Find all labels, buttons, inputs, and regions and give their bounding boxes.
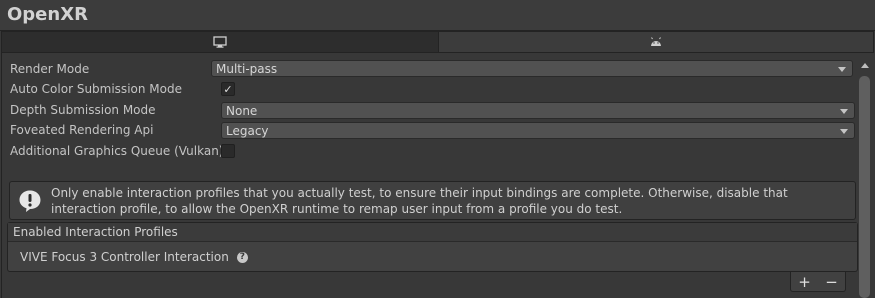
render-mode-label: Render Mode — [10, 62, 90, 76]
additional-queue-label: Additional Graphics Queue (Vulkan) — [10, 144, 224, 158]
checkmark-icon: ✓ — [223, 82, 233, 96]
profile-label: VIVE Focus 3 Controller Interaction — [20, 250, 229, 264]
tab-android[interactable] — [439, 32, 873, 52]
help-text: Only enable interaction profiles that yo… — [51, 186, 788, 216]
foveated-value: Legacy — [226, 123, 269, 138]
render-mode-dropdown[interactable]: Multi-pass — [211, 60, 853, 77]
title-bar: OpenXR — [0, 0, 875, 31]
additional-queue-checkbox[interactable] — [221, 144, 235, 158]
vertical-scrollbar[interactable] — [857, 62, 874, 298]
depth-submission-label: Depth Submission Mode — [10, 103, 156, 117]
foveated-dropdown[interactable]: Legacy — [221, 122, 855, 139]
foveated-label: Foveated Rendering Api — [10, 123, 154, 137]
depth-submission-dropdown[interactable]: None — [221, 102, 855, 119]
android-icon — [651, 37, 661, 46]
render-mode-row: Render Mode — [10, 60, 89, 78]
monitor-icon — [213, 36, 227, 48]
auto-color-row: Auto Color Submission Mode — [10, 80, 182, 98]
add-profile-button[interactable]: + — [798, 273, 811, 291]
depth-submission-row: Depth Submission Mode — [10, 101, 156, 119]
warning-icon — [19, 190, 41, 212]
additional-queue-row: Additional Graphics Queue (Vulkan) — [10, 142, 224, 160]
scrollbar-thumb[interactable] — [859, 76, 870, 298]
tab-standalone[interactable] — [2, 32, 439, 52]
auto-color-label: Auto Color Submission Mode — [10, 82, 182, 96]
auto-color-checkbox[interactable]: ✓ — [221, 82, 235, 96]
platform-tabs — [1, 31, 874, 53]
list-item[interactable]: VIVE Focus 3 Controller Interaction ? — [20, 250, 248, 264]
page-title: OpenXR — [7, 4, 88, 25]
remove-profile-button[interactable]: − — [825, 273, 838, 291]
list-footer: + − — [790, 272, 846, 292]
render-mode-value: Multi-pass — [216, 61, 278, 76]
foveated-row: Foveated Rendering Api — [10, 121, 153, 139]
help-icon[interactable]: ? — [236, 251, 248, 263]
chevron-down-icon — [840, 129, 848, 134]
help-box: Only enable interaction profiles that yo… — [9, 181, 856, 220]
depth-submission-value: None — [226, 103, 258, 118]
interaction-profiles-list: Enabled Interaction Profiles VIVE Focus … — [7, 222, 858, 272]
chevron-down-icon — [838, 67, 846, 72]
scroll-up-arrow-icon[interactable] — [861, 63, 869, 68]
interaction-profiles-header: Enabled Interaction Profiles — [8, 223, 857, 242]
chevron-down-icon — [840, 109, 848, 114]
